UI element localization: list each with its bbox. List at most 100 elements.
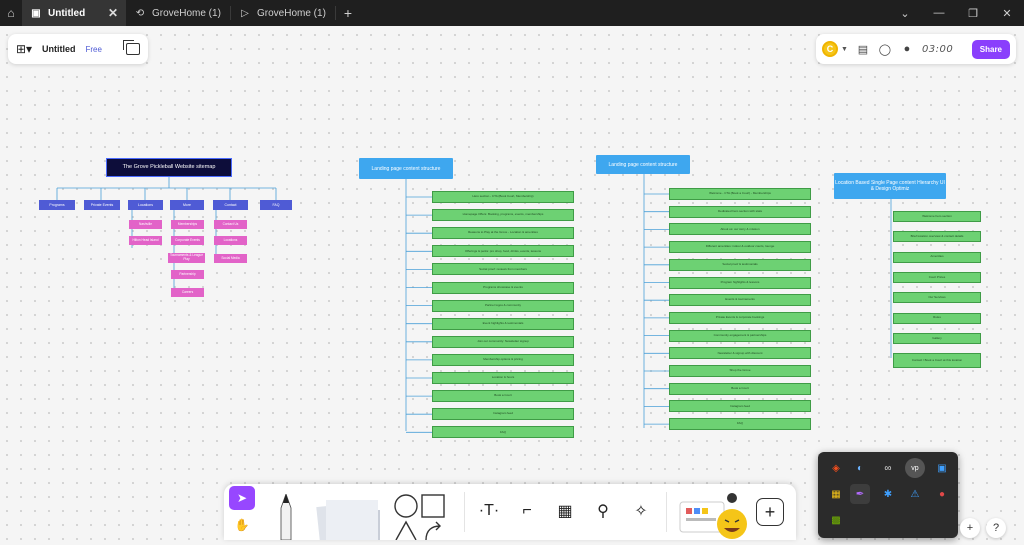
landing2-item[interactable]: Events & tournaments [669, 294, 811, 307]
pages-icon[interactable] [123, 40, 140, 55]
landing2-item[interactable]: About us: our story & mission [669, 223, 811, 236]
layout-icon[interactable]: ▤ [856, 43, 870, 56]
photos-app-icon[interactable]: ▦ [826, 484, 846, 504]
landing1-item[interactable]: Partner logos & community [432, 299, 574, 312]
pen-app-icon[interactable]: ✒ [850, 484, 870, 504]
close-window-icon[interactable]: ✕ [990, 0, 1024, 26]
landing2-item[interactable]: Welcome - CTA (Book a Court) - Membershi… [669, 188, 811, 200]
landing1-item[interactable]: Membership options & pricing [432, 353, 574, 366]
add-more-button[interactable]: + [756, 498, 784, 526]
zoom-in-icon[interactable]: + [960, 518, 980, 538]
sitemap-subnode[interactable]: Contact Us [214, 220, 247, 229]
security-app-icon[interactable]: ● [932, 484, 952, 504]
copilot-app-icon[interactable]: ◐ [850, 458, 870, 478]
tab-grovehome-1[interactable]: ⟲ GroveHome (1) [126, 0, 230, 26]
home-icon[interactable]: ⌂ [0, 0, 22, 26]
location-item[interactable]: Our Services [893, 292, 981, 304]
location-item[interactable]: Welcome hero section [893, 211, 981, 222]
location-item[interactable]: Amenities [893, 251, 981, 263]
location-item[interactable]: Contact / Book a Court at this location [893, 353, 981, 369]
window-app-icon[interactable]: ▣ [932, 458, 952, 478]
landing1-item[interactable]: Event highlights & testimonials [432, 317, 574, 330]
defender-app-icon[interactable]: ⚠ [905, 484, 925, 504]
pen-tool-icon[interactable] [278, 494, 294, 540]
landing2-item[interactable]: Newsletter & signup with discount [669, 347, 811, 360]
sitemap-subnode[interactable]: Tournaments & League Play [168, 253, 205, 263]
text-tool-icon[interactable]: ·T· [476, 498, 502, 524]
sitemap-subnode[interactable]: Careers [171, 288, 204, 297]
sitemap-subnode[interactable]: Corporate Events [171, 236, 204, 245]
new-tab-icon[interactable]: + [336, 0, 360, 26]
landing2-item[interactable]: Book a Court [669, 382, 811, 395]
file-title[interactable]: Untitled [42, 44, 76, 54]
frame-tool-icon[interactable]: ⌐ [514, 498, 540, 524]
comment-icon[interactable]: ◯ [878, 43, 892, 56]
landing1-item[interactable]: FAQ [432, 426, 574, 439]
landing2-item[interactable]: Private Events & corporate bookings [669, 311, 811, 324]
sitemap-subnode[interactable]: Hilton Head Island [129, 236, 162, 245]
share-button[interactable]: Share [971, 39, 1010, 59]
nvidia-app-icon[interactable]: ▩ [826, 510, 846, 530]
landing2-item[interactable]: Program highlights & lessons [669, 276, 811, 289]
location-item[interactable]: Rules [893, 312, 981, 324]
sitemap-subnode[interactable]: Social Media [214, 254, 247, 263]
chevron-down-icon[interactable]: ⌄ [888, 0, 922, 26]
bluetooth-icon[interactable]: ✱ [878, 484, 898, 504]
sitemap-node[interactable]: Contact [213, 200, 248, 210]
sitemap-subnode[interactable]: Locations [214, 236, 247, 245]
landing1-item[interactable]: Offerings & perks: pro shop, food, drink… [432, 245, 574, 258]
close-tab-icon[interactable]: ✕ [108, 6, 118, 20]
minimize-icon[interactable]: — [922, 0, 956, 26]
table-tool-icon[interactable]: ▦ [552, 498, 578, 524]
sitemap-node[interactable]: FAQ [260, 200, 292, 210]
landing1-item[interactable]: Join our community: Newsletter signup [432, 335, 574, 348]
avatar[interactable]: C [822, 41, 838, 57]
landing2-item[interactable]: Instagram feed [669, 400, 811, 413]
timer-readout[interactable]: 03:00 [922, 44, 953, 55]
landing1-item[interactable]: Location & hours [432, 372, 574, 384]
landing2-item[interactable]: Community engagement & partnerships [669, 329, 811, 342]
tab-untitled[interactable]: ▣ Untitled ✕ [22, 0, 126, 26]
landing2-item[interactable]: Shop the Grove [669, 365, 811, 377]
collaborators-icon[interactable]: ● [900, 43, 914, 55]
landing-page-1-header[interactable]: Landing page content structure [359, 158, 453, 179]
landing1-item[interactable]: Instagram feed [432, 408, 574, 421]
landing-page-2-header[interactable]: Landing page content structure [596, 155, 690, 174]
sitemap-node[interactable]: Locations [128, 200, 163, 210]
location-item[interactable]: Gallery [893, 332, 981, 344]
main-menu-icon[interactable]: ⊞▾ [16, 42, 36, 56]
chevron-down-icon[interactable]: ▼ [841, 46, 848, 53]
cursor-tool-icon[interactable]: ➤ [229, 486, 255, 510]
location-page-header[interactable]: Location Based Single Page content Hiera… [834, 173, 946, 199]
hand-tool-icon[interactable]: ✋ [229, 514, 255, 536]
location-item[interactable]: Brief location overview & contact detail… [893, 231, 981, 243]
stamp-tool-icon[interactable]: ⚲ [590, 498, 616, 524]
landing1-item[interactable]: Homepage Offers: Booking, programs, even… [432, 209, 574, 222]
landing2-item[interactable]: Different amenities: indoor & outdoor co… [669, 241, 811, 254]
vpn-app-icon[interactable]: vp [905, 458, 925, 478]
sitemap-subnode[interactable]: Partnership [171, 270, 204, 279]
landing2-item[interactable]: Social proof & testimonials [669, 258, 811, 271]
landing1-item[interactable]: Social proof: reviews from members [432, 263, 574, 276]
landing1-item[interactable]: Reasons to Play at the Grove - Location … [432, 227, 574, 240]
sitemap-subnode[interactable]: Nashville [129, 220, 162, 229]
sitemap-title[interactable]: The Grove Pickleball Website sitemap [106, 158, 232, 177]
plan-badge[interactable]: Free [86, 45, 102, 54]
landing2-item[interactable]: FAQ [669, 418, 811, 431]
sitemap-node[interactable]: Private Events [84, 200, 120, 210]
location-item[interactable]: Court Prices [893, 271, 981, 283]
help-icon[interactable]: ? [986, 518, 1006, 538]
sitemap-node[interactable]: More [170, 200, 204, 210]
tab-grovehome-2[interactable]: ▷ GroveHome (1) [231, 0, 335, 26]
sitemap-node[interactable]: Programs [39, 200, 75, 210]
restore-icon[interactable]: ❐ [956, 0, 990, 26]
landing1-item[interactable]: Programs showcase & events [432, 281, 574, 294]
figma-app-icon[interactable]: ◈ [826, 458, 846, 478]
shapes-tool-icon[interactable] [392, 492, 450, 540]
landing1-item[interactable]: Book a Court [432, 390, 574, 403]
link-app-icon[interactable]: ∞ [878, 458, 898, 478]
stickers-widget-icon[interactable] [678, 490, 750, 540]
landing2-item[interactable]: Dedicated hero section with stats [669, 205, 811, 218]
landing1-item[interactable]: Hero section - CTA (Book Court, Membersh… [432, 191, 574, 203]
ai-sparkle-icon[interactable]: ✧ [628, 498, 654, 524]
